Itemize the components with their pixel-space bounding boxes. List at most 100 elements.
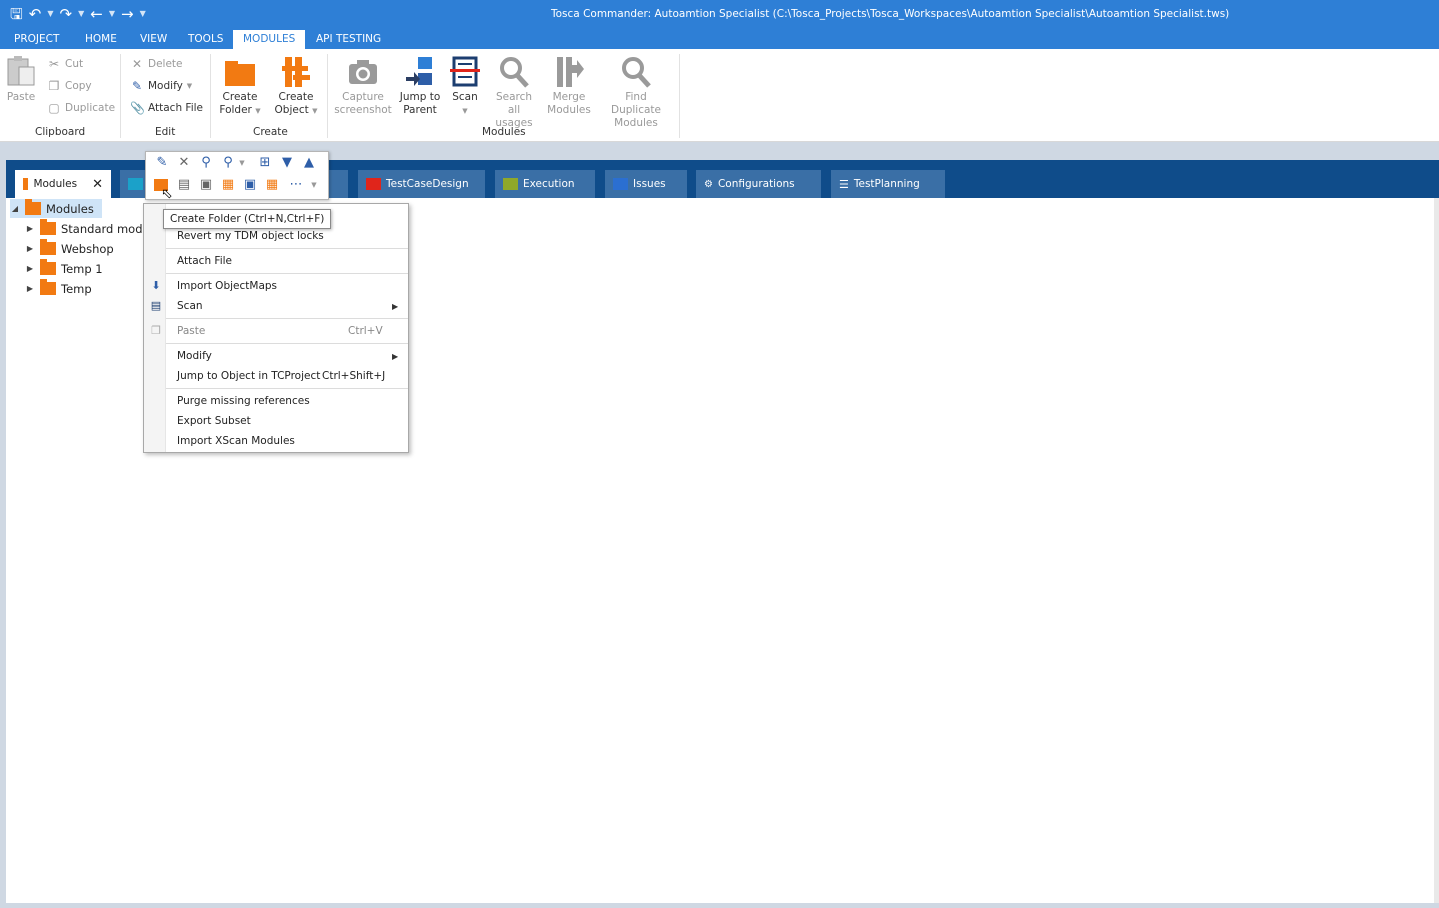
search-icon[interactable]: ⚲ — [198, 155, 214, 171]
expand-arrow-icon[interactable]: ▶ — [25, 264, 35, 273]
menu-separator — [166, 248, 408, 249]
tab-tools[interactable]: TOOLS — [188, 30, 223, 49]
menu-item-scan[interactable]: Scan — [177, 300, 203, 312]
workspace-tab-configurations[interactable]: ⚙ Configurations — [696, 170, 821, 198]
configuration-icon: ⚙ — [704, 178, 713, 190]
paste-icon: ❐ — [151, 324, 161, 337]
tab-modules[interactable]: MODULES — [233, 30, 306, 49]
menu-item-revert-locks[interactable]: Revert my TDM object locks — [177, 230, 324, 242]
chevron-down-icon[interactable]: ▼ — [234, 155, 250, 171]
module-icon — [280, 55, 312, 89]
expand-arrow-icon[interactable]: ▶ — [25, 284, 35, 293]
camera-icon — [347, 55, 379, 89]
forward-icon[interactable]: → — [121, 5, 134, 23]
delete-icon[interactable]: ✕ — [176, 155, 192, 171]
list-icon[interactable]: ▤ — [176, 177, 192, 193]
scan-button[interactable]: Scan ▼ — [449, 55, 481, 118]
tree-node[interactable]: ▶ Temp — [25, 279, 92, 298]
folder-icon — [366, 178, 381, 190]
tree-node[interactable]: ▶ Standard modu — [25, 219, 150, 238]
jump-to-parent-button[interactable]: Jump to Parent — [398, 55, 442, 117]
menu-item-modify[interactable]: Modify — [177, 350, 212, 362]
import-icon: ⬇ — [151, 279, 161, 292]
collapse-down-icon[interactable]: ▼ — [279, 155, 295, 171]
submenu-arrow-icon: ▶ — [392, 302, 399, 311]
redo-icon[interactable]: ↷ — [60, 5, 73, 23]
menu-item-import-xscan-modules[interactable]: Import XScan Modules — [177, 435, 295, 447]
clipboard-group-label: Clipboard — [35, 126, 86, 138]
expand-arrow-icon[interactable]: ▶ — [25, 244, 35, 253]
capture-screenshot-button[interactable]: Capture screenshot — [334, 55, 392, 117]
chevron-down-icon[interactable]: ▼ — [306, 177, 322, 193]
more-icon[interactable]: ⋯ — [288, 177, 304, 193]
back-icon[interactable]: ← — [90, 5, 103, 23]
ribbon-separator — [120, 54, 121, 138]
menu-separator — [166, 343, 408, 344]
folder-icon — [224, 55, 256, 89]
menu-item-paste[interactable]: Paste — [177, 325, 205, 337]
tab-api-testing[interactable]: API TESTING — [316, 30, 381, 49]
menu-item-jump-to-object[interactable]: Jump to Object in TCProject — [177, 370, 320, 382]
vertical-scrollbar[interactable] — [1434, 198, 1439, 903]
pencil-icon: ✎ — [131, 79, 143, 93]
save-icon[interactable]: 🖫 — [10, 5, 23, 23]
create-object-icon[interactable]: ▦ — [264, 177, 280, 193]
list-icon: ☰ — [839, 177, 849, 191]
workspace-tab-issues[interactable]: Issues — [605, 170, 687, 198]
collapse-arrow-icon[interactable]: ◢ — [10, 204, 20, 213]
screenshot-icon[interactable]: ▣ — [198, 177, 214, 193]
window-title: Tosca Commander: Autoamtion Specialist (… — [551, 8, 1230, 20]
create-group-label: Create — [253, 126, 288, 138]
copy-button[interactable]: ❐ Copy — [47, 79, 92, 93]
folder-icon — [40, 259, 56, 275]
tree-node[interactable]: ▶ Temp 1 — [25, 259, 103, 278]
duplicate-button[interactable]: ▢ Duplicate — [47, 101, 115, 115]
tab-project[interactable]: PROJECT — [14, 30, 59, 49]
tab-view[interactable]: VIEW — [140, 30, 167, 49]
paste-button[interactable]: Paste — [5, 55, 37, 104]
modify-button[interactable]: ✎ Modify ▼ — [130, 79, 192, 93]
create-object-button[interactable]: Create Object ▼ — [272, 55, 320, 118]
undo-dropdown-icon[interactable]: ▼ — [47, 5, 53, 23]
search-all-usages-button[interactable]: Search all usages — [489, 55, 539, 130]
search-icon — [498, 55, 530, 89]
create-folder-button[interactable]: Create Folder ▼ — [216, 55, 264, 118]
menu-item-purge-missing-references[interactable]: Purge missing references — [177, 395, 310, 407]
find-duplicate-modules-button[interactable]: Find Duplicate Modules — [599, 55, 673, 130]
tab-home[interactable]: HOME — [85, 30, 117, 49]
workspace-tab-modules[interactable]: Modules ✕ — [15, 170, 111, 198]
expand-all-icon[interactable]: ⊞ — [257, 155, 273, 171]
menu-separator — [166, 318, 408, 319]
attach-file-button[interactable]: 📎 Attach File — [130, 101, 203, 115]
menu-item-export-subset[interactable]: Export Subset — [177, 415, 251, 427]
menu-item-import-objectmaps[interactable]: Import ObjectMaps — [177, 280, 277, 292]
duplicate-icon: ▢ — [48, 101, 60, 115]
cut-button[interactable]: ✂ Cut — [47, 57, 83, 71]
delete-icon: ✕ — [131, 57, 143, 71]
edit-icon[interactable]: ✎ — [154, 155, 170, 171]
undo-icon[interactable]: ↶ — [29, 5, 42, 23]
workspace-tab-execution[interactable]: Execution — [495, 170, 595, 198]
redo-dropdown-icon[interactable]: ▼ — [78, 5, 84, 23]
scissors-icon: ✂ — [48, 57, 60, 71]
mouse-cursor-icon: ⬁ — [161, 186, 173, 202]
close-icon[interactable]: ✕ — [92, 177, 103, 192]
merge-modules-button[interactable]: Merge Modules — [546, 55, 592, 117]
tree-node-modules[interactable]: ◢ Modules — [10, 199, 102, 218]
menu-separator — [166, 273, 408, 274]
module-icon[interactable]: ▦ — [220, 177, 236, 193]
collapse-up-icon[interactable]: ▲ — [301, 155, 317, 171]
tree-node[interactable]: ▶ Webshop — [25, 239, 114, 258]
forward-dropdown-icon[interactable]: ▼ — [140, 5, 146, 23]
menu-item-attach-file[interactable]: Attach File — [177, 255, 232, 267]
back-dropdown-icon[interactable]: ▼ — [109, 5, 115, 23]
workspace-tab-testcasedesign[interactable]: TestCaseDesign — [358, 170, 485, 198]
workspace-tab-testplanning[interactable]: ☰ TestPlanning — [831, 170, 945, 198]
ribbon-tabs: PROJECT HOME VIEW TOOLS MODULES API TEST… — [0, 30, 1439, 49]
tooltip: Create Folder (Ctrl+N,Ctrl+F) — [163, 209, 332, 229]
ribbon: Paste ✂ Cut ❐ Copy ▢ Duplicate Clipboard ✕ D… — [0, 49, 1439, 142]
delete-button[interactable]: ✕ Delete — [130, 57, 183, 71]
folder-icon — [128, 178, 143, 190]
object-icon[interactable]: ▣ — [242, 177, 258, 193]
expand-arrow-icon[interactable]: ▶ — [25, 224, 35, 233]
